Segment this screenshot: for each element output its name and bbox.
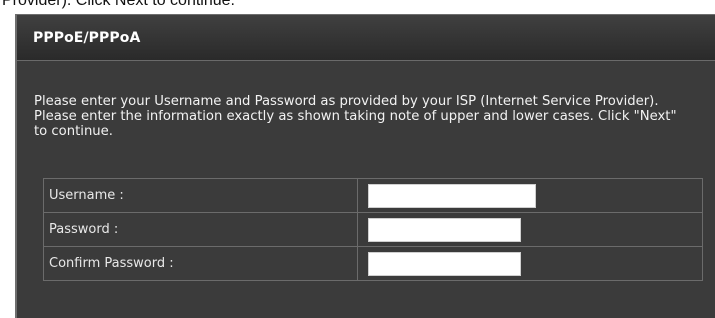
panel-title: PPPoE/PPPoA	[33, 29, 141, 46]
confirm-password-input[interactable]	[368, 251, 521, 276]
password-row: Password :	[43, 212, 703, 247]
confirm-password-row: Confirm Password :	[43, 246, 703, 281]
confirm-password-label: Confirm Password :	[43, 246, 358, 281]
password-label: Password :	[43, 212, 358, 247]
username-row: Username :	[43, 178, 703, 213]
username-input[interactable]	[368, 183, 536, 208]
password-cell	[357, 212, 703, 247]
pppoe-panel: PPPoE/PPPoA Please enter your Username a…	[15, 14, 715, 318]
password-input[interactable]	[368, 217, 521, 242]
confirm-password-cell	[357, 246, 703, 281]
page-caption-text: Provider). Click Next to continue.	[2, 0, 235, 9]
credentials-form: Username : Password : Confirm Password :	[43, 178, 703, 281]
instructions-text: Please enter your Username and Password …	[34, 94, 677, 139]
username-label: Username :	[43, 178, 358, 213]
username-cell	[357, 178, 703, 213]
panel-header: PPPoE/PPPoA	[17, 15, 715, 61]
